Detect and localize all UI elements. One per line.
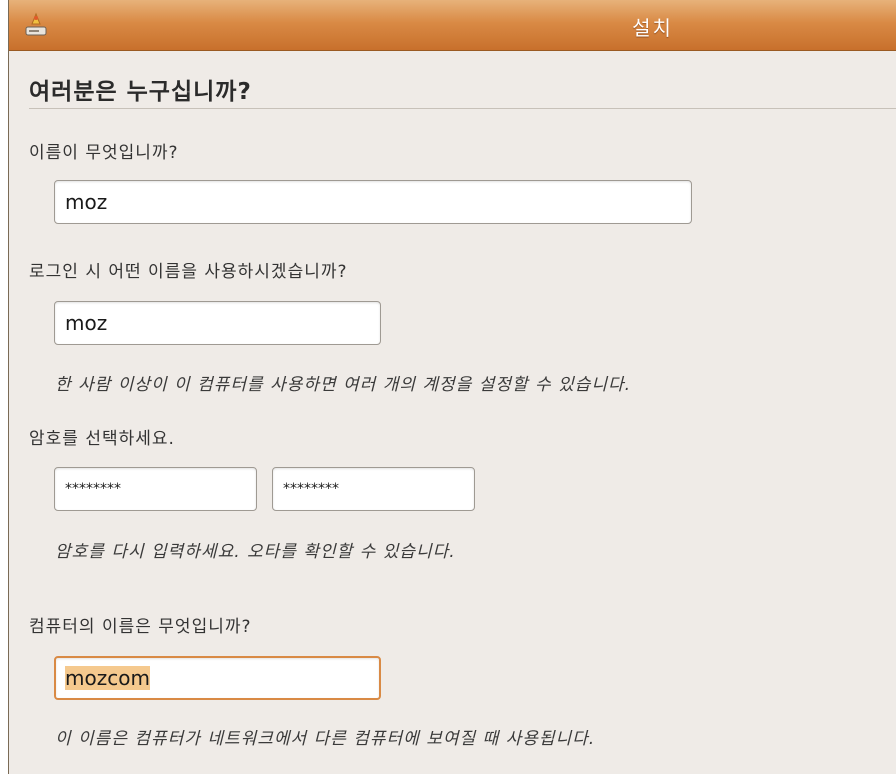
password-hint: 암호를 다시 입력하세요. 오타를 확인할 수 있습니다.	[55, 542, 456, 562]
heading-divider	[29, 108, 896, 109]
password-field[interactable]: ********	[54, 467, 257, 511]
password-label: 암호를 선택하세요.	[29, 429, 175, 449]
name-label: 이름이 무엇입니까?	[29, 143, 179, 163]
login-name-label: 로그인 시 어떤 이름을 사용하시겠습니까?	[29, 262, 348, 282]
page-title: 여러분은 누구십니까?	[29, 79, 252, 105]
title-bar[interactable]: 설치	[9, 0, 896, 51]
installer-window: 설치 여러분은 누구십니까? 이름이 무엇입니까? moz 로그인 시 어떤 이…	[8, 0, 896, 774]
password-confirm-field[interactable]: ********	[272, 467, 475, 511]
name-field[interactable]: moz	[54, 180, 692, 224]
login-name-field[interactable]: moz	[54, 301, 381, 345]
computer-name-hint: 이 이름은 컴퓨터가 네트워크에서 다른 컴퓨터에 보여질 때 사용됩니다.	[55, 729, 596, 749]
computer-name-field[interactable]: mozcom	[54, 656, 381, 700]
computer-name-value: mozcom	[65, 666, 150, 690]
login-name-hint: 한 사람 이상이 이 컴퓨터를 사용하면 여러 개의 계정을 설정할 수 있습니…	[55, 375, 632, 395]
computer-name-label: 컴퓨터의 이름은 무엇입니까?	[29, 617, 252, 637]
window-title: 설치	[632, 16, 673, 40]
